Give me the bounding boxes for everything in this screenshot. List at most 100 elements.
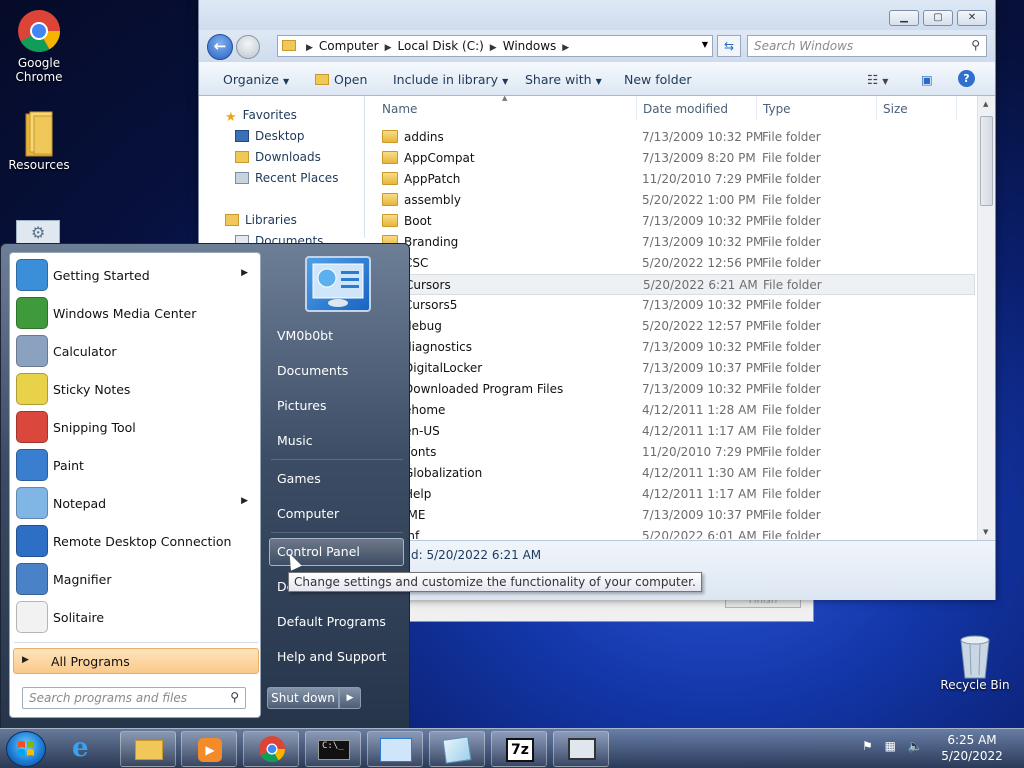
start-link-pictures[interactable]: Pictures bbox=[277, 398, 327, 413]
include-in-library-button[interactable]: Include in library ▼ bbox=[393, 72, 508, 87]
view-options-button[interactable]: ☷ ▼ bbox=[867, 72, 888, 87]
table-row[interactable]: ehome 4/12/2011 1:28 AM File folder bbox=[366, 400, 975, 421]
program-label: Calculator bbox=[53, 344, 117, 359]
table-row[interactable]: DigitalLocker 7/13/2009 10:37 PM File fold… bbox=[366, 358, 975, 379]
table-row[interactable]: CSC 5/20/2022 12:56 PM File folder bbox=[366, 253, 975, 274]
table-row[interactable]: en-US 4/12/2011 1:17 AM File folder bbox=[366, 421, 975, 442]
shut-down-options-button[interactable]: ▶ bbox=[339, 687, 361, 709]
start-link-default-programs[interactable]: Default Programs bbox=[277, 614, 386, 629]
start-program-item[interactable]: Windows Media Center bbox=[14, 295, 258, 331]
start-link-user[interactable]: VM0b0bt bbox=[277, 328, 333, 343]
breadcrumb-computer[interactable]: Computer bbox=[319, 39, 379, 53]
clock[interactable]: 6:25 AM 5/20/2022 bbox=[940, 732, 1004, 764]
nav-downloads[interactable]: Downloads bbox=[235, 150, 321, 164]
nav-favorites[interactable]: ★ Favorites bbox=[225, 108, 297, 125]
all-programs-button[interactable]: ▶ All Programs bbox=[13, 648, 259, 674]
start-program-item[interactable]: Solitaire bbox=[14, 599, 258, 635]
triangle-right-icon[interactable]: ▶ bbox=[241, 496, 248, 506]
breadcrumb-local-disk[interactable]: Local Disk (C:) bbox=[398, 39, 484, 53]
table-row[interactable]: Globalization 4/12/2011 1:30 AM File folde… bbox=[366, 463, 975, 484]
desktop-icon-resources[interactable]: Resources bbox=[0, 110, 78, 172]
close-button[interactable]: ✕ bbox=[957, 10, 987, 26]
taskbar-network-app[interactable] bbox=[553, 731, 609, 767]
row-date: 7/13/2009 10:37 PM bbox=[642, 508, 764, 522]
organize-button[interactable]: Organize ▼ bbox=[223, 72, 289, 87]
table-row[interactable]: inf 5/20/2022 6:01 AM File folder bbox=[366, 526, 975, 539]
search-input[interactable]: Search Windows ⚲ bbox=[747, 35, 987, 57]
table-row[interactable]: Help 4/12/2011 1:17 AM File folder bbox=[366, 484, 975, 505]
table-row[interactable]: debug 5/20/2022 12:57 PM File folder bbox=[366, 316, 975, 337]
taskbar-internet-explorer[interactable]: e bbox=[58, 731, 114, 767]
volume-icon[interactable]: 🔈 bbox=[908, 739, 923, 753]
table-row[interactable]: IME 7/13/2009 10:37 PM File folder bbox=[366, 505, 975, 526]
refresh-button[interactable]: ⇆ bbox=[717, 35, 741, 57]
help-button[interactable]: ? bbox=[958, 70, 975, 87]
chevron-down-icon[interactable]: ▼ bbox=[702, 40, 708, 49]
title-bar[interactable]: ▁ ▢ ✕ bbox=[199, 0, 995, 30]
table-row[interactable]: Boot 7/13/2009 10:32 PM File folder bbox=[366, 211, 975, 232]
user-picture[interactable] bbox=[305, 256, 371, 312]
table-row[interactable]: Branding 7/13/2009 10:32 PM File folder bbox=[366, 232, 975, 253]
program-label: Notepad bbox=[53, 496, 107, 511]
shut-down-button[interactable]: Shut down bbox=[267, 687, 339, 709]
taskbar-control-panel[interactable] bbox=[367, 731, 423, 767]
nav-recent-places[interactable]: Recent Places bbox=[235, 171, 338, 185]
column-size[interactable]: Size bbox=[883, 102, 908, 116]
table-row[interactable]: addins 7/13/2009 10:32 PM File folder bbox=[366, 127, 975, 148]
nav-desktop[interactable]: Desktop bbox=[235, 129, 305, 143]
new-folder-button[interactable]: New folder bbox=[624, 72, 692, 87]
back-button[interactable]: ← bbox=[207, 34, 233, 60]
taskbar-command-prompt[interactable]: C:\_ bbox=[305, 731, 361, 767]
start-link-music[interactable]: Music bbox=[277, 433, 313, 448]
taskbar-7zip[interactable]: 7z bbox=[491, 731, 547, 767]
table-row[interactable]: AppPatch 11/20/2010 7:29 PM File folder bbox=[366, 169, 975, 190]
start-button[interactable] bbox=[6, 731, 46, 767]
column-date-modified[interactable]: Date modified bbox=[643, 102, 728, 116]
open-button[interactable]: Open bbox=[315, 72, 367, 87]
scroll-down-icon[interactable]: ▼ bbox=[983, 528, 988, 536]
start-program-item[interactable]: Getting Started ▶ bbox=[14, 257, 258, 293]
column-name[interactable]: Name bbox=[382, 102, 417, 116]
start-program-item[interactable]: Notepad ▶ bbox=[14, 485, 258, 521]
taskbar-explorer[interactable] bbox=[120, 731, 176, 767]
start-program-item[interactable]: Snipping Tool bbox=[14, 409, 258, 445]
scrollbar-thumb[interactable] bbox=[980, 116, 993, 206]
scroll-up-icon[interactable]: ▲ bbox=[983, 100, 988, 108]
table-row[interactable]: diagnostics 7/13/2009 10:32 PM File folder bbox=[366, 337, 975, 358]
start-link-computer[interactable]: Computer bbox=[277, 506, 339, 521]
vertical-scrollbar[interactable]: ▲ ▼ bbox=[977, 96, 995, 540]
address-bar[interactable]: ▶ Computer ▶ Local Disk (C:) ▶ Windows ▶ ▼ bbox=[277, 35, 713, 57]
table-row[interactable]: assembly 5/20/2022 1:00 PM File folder bbox=[366, 190, 975, 211]
maximize-button[interactable]: ▢ bbox=[923, 10, 953, 26]
nav-libraries[interactable]: Libraries bbox=[225, 213, 297, 227]
start-program-item[interactable]: Magnifier bbox=[14, 561, 258, 597]
taskbar-media-player[interactable]: ▶ bbox=[181, 731, 237, 767]
table-row[interactable]: Cursors 5/20/2022 6:21 AM File folder bbox=[366, 274, 975, 295]
forward-button[interactable] bbox=[236, 35, 260, 59]
start-program-item[interactable]: Remote Desktop Connection bbox=[14, 523, 258, 559]
start-link-documents[interactable]: Documents bbox=[277, 363, 348, 378]
table-row[interactable]: Cursors5 7/13/2009 10:32 PM File folder bbox=[366, 295, 975, 316]
start-program-item[interactable]: Paint bbox=[14, 447, 258, 483]
taskbar-sticky-notes[interactable] bbox=[429, 731, 485, 767]
start-program-item[interactable]: Calculator bbox=[14, 333, 258, 369]
breadcrumb-windows[interactable]: Windows bbox=[503, 39, 557, 53]
table-row[interactable]: Downloaded Program Files 7/13/2009 10:32 … bbox=[366, 379, 975, 400]
taskbar-chrome[interactable] bbox=[243, 731, 299, 767]
share-with-button[interactable]: Share with ▼ bbox=[525, 72, 602, 87]
table-row[interactable]: Fonts 11/20/2010 7:29 PM File folder bbox=[366, 442, 975, 463]
network-icon[interactable]: ▦ bbox=[885, 739, 896, 753]
start-search-input[interactable]: Search programs and files ⚲ bbox=[22, 687, 246, 709]
column-type[interactable]: Type bbox=[763, 102, 791, 116]
start-program-item[interactable]: Sticky Notes bbox=[14, 371, 258, 407]
table-row[interactable]: AppCompat 7/13/2009 8:20 PM File folder bbox=[366, 148, 975, 169]
preview-pane-button[interactable]: ▣ bbox=[921, 72, 933, 87]
triangle-right-icon[interactable]: ▶ bbox=[241, 268, 248, 278]
start-link-help-support[interactable]: Help and Support bbox=[277, 649, 386, 664]
flag-icon[interactable]: ⚑ bbox=[862, 739, 873, 753]
start-link-games[interactable]: Games bbox=[277, 471, 321, 486]
desktop-icon-chrome[interactable]: Google Chrome bbox=[0, 8, 78, 84]
desktop-icon-recycle-bin[interactable]: Recycle Bin bbox=[936, 630, 1014, 692]
minimize-button[interactable]: ▁ bbox=[889, 10, 919, 26]
desktop-icon-partial[interactable]: ⚙ bbox=[16, 220, 60, 244]
